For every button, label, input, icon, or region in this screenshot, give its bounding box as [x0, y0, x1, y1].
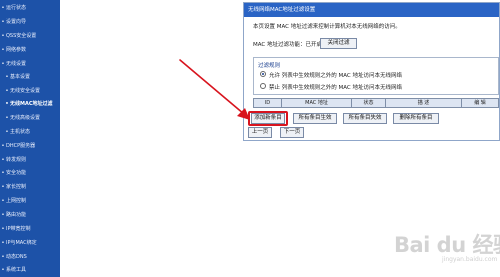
baidu-watermark-logo: Bai du 经验 jingyan.baidu.com: [374, 229, 500, 273]
sidebar-item-label: 动态DNS: [6, 254, 27, 260]
sidebar-item-status[interactable]: • 运行状态: [0, 3, 60, 14]
sidebar-item-label: 运行状态: [6, 5, 27, 11]
sidebar-item-label: 无线高级设置: [10, 115, 41, 121]
sidebar-item-access-control[interactable]: • 上网控制: [0, 196, 60, 207]
filter-rule-label: 过滤规则: [258, 63, 281, 69]
sidebar-item-label: QSS安全设置: [6, 33, 37, 39]
sidebar-item-ddns[interactable]: • 动态DNS: [0, 252, 60, 263]
filter-status: MAC 地址过滤功能：已开启: [253, 42, 323, 48]
watermark-text: Bai du 经验: [394, 233, 500, 257]
sidebar-item-label: IP带宽控制: [6, 226, 31, 232]
sidebar-item-wireless[interactable]: • 无线设置: [0, 59, 60, 70]
mac-filter-panel: 无线网络MAC地址过滤设置 本页设置 MAC 地址过滤来控制计算机对本无线网络的…: [243, 2, 500, 141]
sidebar-item-qss[interactable]: • QSS安全设置: [0, 31, 60, 42]
table-header-edit: 编 辑: [474, 100, 486, 106]
table-header-status: 状态: [352, 99, 386, 107]
sidebar-item-label: 家长控制: [6, 184, 27, 190]
sidebar-item-label: 设置向导: [6, 19, 27, 25]
deny-radio[interactable]: [260, 83, 266, 89]
sidebar-item-wireless-basic[interactable]: • 基本设置: [0, 72, 60, 83]
sidebar-item-parental[interactable]: • 家长控制: [0, 182, 60, 193]
sidebar-item-label: 无线设置: [6, 61, 27, 67]
delete-all-button[interactable]: 删除所有条目: [393, 113, 439, 124]
panel-title: 无线网络MAC地址过滤设置: [244, 3, 499, 17]
sidebar-item-label: 路由功能: [6, 212, 27, 218]
router-admin-page: • 运行状态 • 设置向导 • QSS安全设置 • 网络参数 • 无线设置 • 基本设置 •…: [0, 0, 500, 277]
sidebar-item-label: IP与MAC绑定: [6, 240, 37, 246]
sidebar-item-setup-wizard[interactable]: • 设置向导: [0, 17, 60, 28]
allow-radio[interactable]: [260, 71, 266, 77]
sidebar-item-routing[interactable]: • 路由功能: [0, 210, 60, 221]
panel-description: 本页设置 MAC 地址过滤来控制计算机对本无线网络的访问。: [253, 24, 401, 30]
next-page-button[interactable]: 下一页: [280, 127, 304, 138]
sidebar-item-label: 系统工具: [6, 267, 27, 273]
table-header-id: ID: [254, 99, 282, 107]
deny-option-label: 禁止 列表中生效规则之外的 MAC 地址访问本无线网络: [269, 85, 402, 91]
sidebar-item-security[interactable]: • 安全功能: [0, 168, 60, 179]
enable-all-button[interactable]: 所有条目生效: [293, 113, 337, 124]
sidebar-item-system-tools[interactable]: • 系统工具: [0, 265, 60, 276]
sidebar-item-wireless-advanced[interactable]: • 无线高级设置: [0, 113, 60, 124]
filter-rule-group: 过滤规则 允许 列表中生效规则之外的 MAC 地址访问本无线网络 禁止 列表中生…: [253, 57, 499, 95]
sidebar-item-dhcp[interactable]: • DHCP服务器: [0, 141, 60, 152]
sidebar-item-label: 无线安全设置: [10, 88, 41, 94]
table-header-description: 描 述: [386, 99, 462, 107]
disable-filter-button[interactable]: 关闭过滤: [320, 38, 357, 49]
sidebar-item-wireless-security[interactable]: • 无线安全设置: [0, 86, 60, 97]
annotation-arrow-icon: [179, 59, 250, 120]
disable-all-button[interactable]: 所有条目失效: [343, 113, 387, 124]
sidebar-item-mac-filter[interactable]: •无线MAC地址过滤: [0, 99, 60, 110]
sidebar-item-network[interactable]: • 网络参数: [0, 45, 60, 56]
table-header-mac: MAC 地址: [282, 99, 352, 107]
allow-option-label: 允许 列表中生效规则之外的 MAC 地址访问本无线网络: [269, 73, 402, 79]
sidebar-item-forwarding[interactable]: • 转发规则: [0, 155, 60, 166]
sidebar-item-label: 转发规则: [6, 157, 27, 163]
sidebar-item-label: DHCP服务器: [6, 143, 36, 149]
sidebar-item-label: 主机状态: [10, 129, 31, 135]
add-entry-button[interactable]: 添加新条目: [251, 113, 285, 124]
watermark-url: jingyan.baidu.com: [442, 256, 498, 263]
sidebar-item-label: 无线MAC地址过滤: [10, 101, 53, 107]
sidebar-item-host-status[interactable]: • 主机状态: [0, 127, 60, 138]
sidebar-item-bandwidth[interactable]: • IP带宽控制: [0, 224, 60, 235]
sidebar-item-label: 上网控制: [6, 198, 27, 204]
sidebar-nav: • 运行状态 • 设置向导 • QSS安全设置 • 网络参数 • 无线设置 • 基本设置 •…: [0, 0, 60, 277]
mac-table-header: ID MAC 地址 状态 描 述 编 辑: [253, 98, 499, 108]
sidebar-item-label: 基本设置: [10, 74, 31, 80]
sidebar-item-label: 网络参数: [6, 47, 27, 53]
prev-page-button[interactable]: 上一页: [248, 127, 272, 138]
sidebar-item-label: 安全功能: [6, 170, 27, 176]
sidebar-item-ip-mac-binding[interactable]: • IP与MAC绑定: [0, 238, 60, 249]
